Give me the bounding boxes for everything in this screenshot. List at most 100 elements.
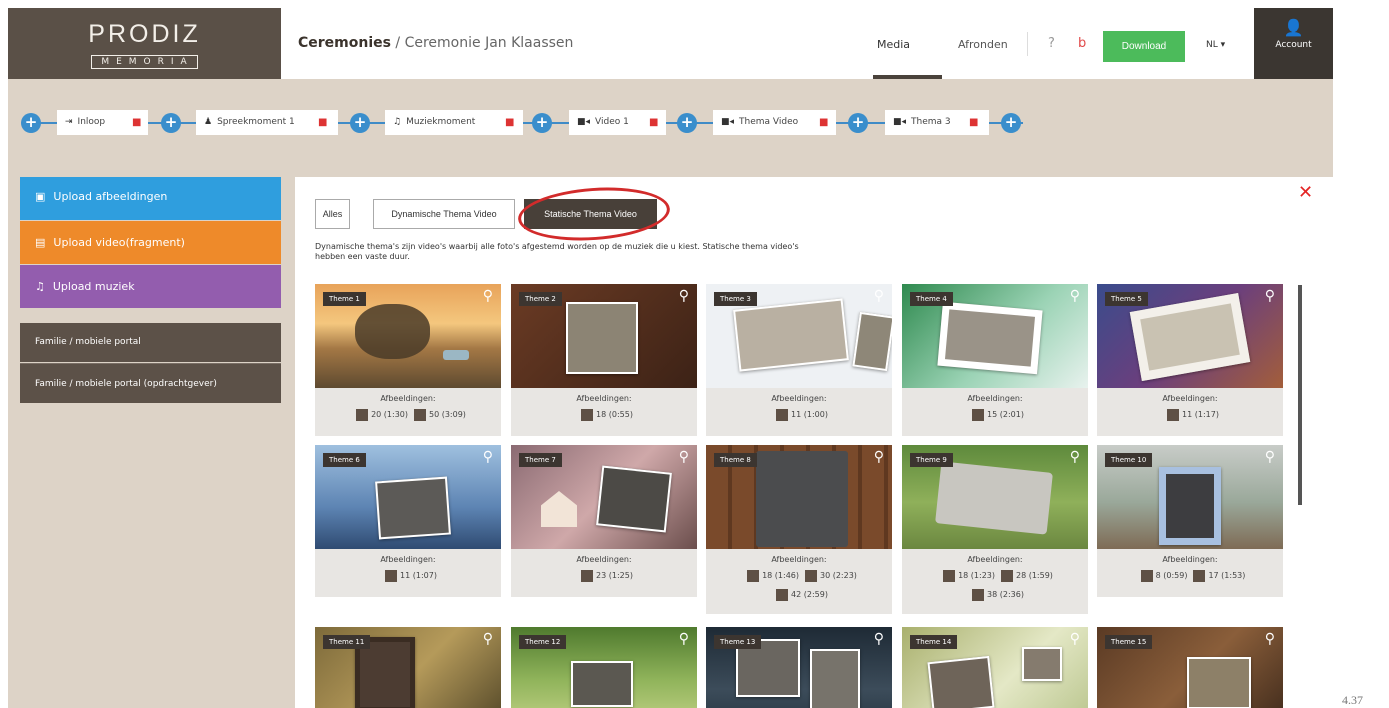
- option-text[interactable]: 38 (2:36): [987, 590, 1024, 599]
- theme-thumbnail[interactable]: Theme 7 ⚲: [511, 445, 697, 549]
- theme-thumbnail[interactable]: Theme 15 ⚲: [1097, 627, 1283, 708]
- filter-dynamic-button[interactable]: Dynamische Thema Video: [373, 199, 515, 229]
- option-swatch[interactable]: [1167, 408, 1180, 421]
- option-swatch[interactable]: [805, 569, 817, 582]
- option-swatch[interactable]: [385, 569, 398, 582]
- option-swatch[interactable]: [943, 569, 956, 582]
- search-icon[interactable]: ⚲: [874, 631, 884, 647]
- attachment-icon[interactable]: b: [1078, 36, 1086, 51]
- search-icon[interactable]: ⚲: [874, 449, 884, 465]
- theme-thumbnail[interactable]: Theme 11 ⚲: [315, 627, 501, 708]
- theme-card[interactable]: Theme 15 ⚲: [1097, 627, 1283, 708]
- timeline-item-thema-video[interactable]: ■◂ Thema Video ■: [713, 110, 836, 135]
- option-text[interactable]: 17 (1:53): [1208, 571, 1245, 580]
- option-text[interactable]: 11 (1:00): [791, 410, 828, 419]
- option-text[interactable]: 18 (1:23): [958, 571, 995, 580]
- option-text[interactable]: 11 (1:17): [1182, 410, 1219, 419]
- add-item-button[interactable]: +: [532, 113, 552, 133]
- add-item-button[interactable]: +: [161, 113, 181, 133]
- option-text[interactable]: 18 (0:55): [596, 410, 633, 419]
- theme-card[interactable]: Theme 2 ⚲ Afbeeldingen: 18 (0:55): [511, 284, 697, 436]
- search-icon[interactable]: ⚲: [1265, 449, 1275, 465]
- theme-card[interactable]: Theme 14 ⚲: [902, 627, 1088, 708]
- theme-card[interactable]: Theme 6 ⚲ Afbeeldingen: 11 (1:07): [315, 445, 501, 597]
- timeline-item-thema-3[interactable]: ■◂ Thema 3 ■: [885, 110, 989, 135]
- trash-icon[interactable]: ■: [969, 110, 978, 135]
- logo[interactable]: PRODIZ MEMORIA: [8, 8, 281, 79]
- option-swatch[interactable]: [581, 569, 594, 582]
- option-swatch[interactable]: [581, 408, 594, 421]
- theme-card[interactable]: Theme 8 ⚲ Afbeeldingen: 18 (1:46) 30 (2:23…: [706, 445, 892, 614]
- theme-thumbnail[interactable]: Theme 5 ⚲: [1097, 284, 1283, 388]
- theme-thumbnail[interactable]: Theme 13 ⚲: [706, 627, 892, 708]
- search-icon[interactable]: ⚲: [1265, 288, 1275, 304]
- timeline-item-inloop[interactable]: ⇥ Inloop ■: [57, 110, 148, 135]
- option-swatch[interactable]: [972, 408, 985, 421]
- option-text[interactable]: 11 (1:07): [400, 571, 437, 580]
- search-icon[interactable]: ⚲: [1070, 288, 1080, 304]
- search-icon[interactable]: ⚲: [679, 631, 689, 647]
- theme-thumbnail[interactable]: Theme 10 ⚲: [1097, 445, 1283, 549]
- theme-thumbnail[interactable]: Theme 14 ⚲: [902, 627, 1088, 708]
- theme-thumbnail[interactable]: Theme 6 ⚲: [315, 445, 501, 549]
- option-swatch[interactable]: [776, 408, 789, 421]
- trash-icon[interactable]: ■: [132, 110, 141, 135]
- upload-music-button[interactable]: ♫ Upload muziek: [20, 265, 281, 308]
- theme-thumbnail[interactable]: Theme 8 ⚲: [706, 445, 892, 549]
- option-swatch[interactable]: [1001, 569, 1013, 582]
- option-swatch[interactable]: [776, 588, 789, 601]
- theme-thumbnail[interactable]: Theme 2 ⚲: [511, 284, 697, 388]
- upload-video-button[interactable]: ▤ Upload video(fragment): [20, 221, 281, 264]
- close-icon[interactable]: ✕: [1298, 182, 1313, 203]
- option-text[interactable]: 23 (1:25): [596, 571, 633, 580]
- theme-thumbnail[interactable]: Theme 12 ⚲: [511, 627, 697, 708]
- search-icon[interactable]: ⚲: [1265, 631, 1275, 647]
- option-swatch[interactable]: [1193, 569, 1206, 582]
- option-text[interactable]: 28 (1:59): [1016, 571, 1053, 580]
- option-text[interactable]: 18 (1:46): [762, 571, 799, 580]
- theme-card[interactable]: Theme 4 ⚲ Afbeeldingen: 15 (2:01): [902, 284, 1088, 436]
- filter-all-button[interactable]: Alles: [315, 199, 350, 229]
- option-swatch[interactable]: [747, 569, 760, 582]
- search-icon[interactable]: ⚲: [483, 631, 493, 647]
- filter-static-button[interactable]: Statische Thema Video: [524, 199, 657, 229]
- help-icon[interactable]: ?: [1048, 36, 1055, 51]
- search-icon[interactable]: ⚲: [483, 288, 493, 304]
- upload-images-button[interactable]: ▣ Upload afbeeldingen: [20, 177, 281, 220]
- family-portal-client-button[interactable]: Familie / mobiele portal (opdrachtgever): [20, 363, 281, 403]
- add-item-button[interactable]: +: [1001, 113, 1021, 133]
- add-item-button[interactable]: +: [350, 113, 370, 133]
- nav-media[interactable]: Media: [877, 38, 910, 51]
- timeline-item-spreekmoment[interactable]: ♟ Spreekmoment 1 ■: [196, 110, 338, 135]
- theme-card[interactable]: Theme 13 ⚲: [706, 627, 892, 708]
- theme-card[interactable]: Theme 5 ⚲ Afbeeldingen: 11 (1:17): [1097, 284, 1283, 436]
- theme-thumbnail[interactable]: Theme 3 ⚲: [706, 284, 892, 388]
- theme-card[interactable]: Theme 3 ⚲ Afbeeldingen: 11 (1:00): [706, 284, 892, 436]
- trash-icon[interactable]: ■: [505, 110, 514, 135]
- search-icon[interactable]: ⚲: [1070, 631, 1080, 647]
- timeline-item-video-1[interactable]: ■◂ Video 1 ■: [569, 110, 666, 135]
- theme-thumbnail[interactable]: Theme 4 ⚲: [902, 284, 1088, 388]
- theme-card[interactable]: Theme 12 ⚲: [511, 627, 697, 708]
- trash-icon[interactable]: ■: [318, 110, 327, 135]
- theme-thumbnail[interactable]: Theme 1 ⚲: [315, 284, 501, 388]
- language-select[interactable]: NL ▾: [1206, 40, 1225, 50]
- search-icon[interactable]: ⚲: [483, 449, 493, 465]
- theme-thumbnail[interactable]: Theme 9 ⚲: [902, 445, 1088, 549]
- family-portal-button[interactable]: Familie / mobiele portal: [20, 323, 281, 362]
- theme-card[interactable]: Theme 10 ⚲ Afbeeldingen: 8 (0:59) 17 (1:53…: [1097, 445, 1283, 597]
- option-text[interactable]: 42 (2:59): [791, 590, 828, 599]
- theme-card[interactable]: Theme 7 ⚲ Afbeeldingen: 23 (1:25): [511, 445, 697, 597]
- search-icon[interactable]: ⚲: [679, 449, 689, 465]
- download-button[interactable]: Download: [1103, 31, 1185, 62]
- nav-afronden[interactable]: Afronden: [958, 38, 1008, 51]
- scrollbar[interactable]: [1298, 285, 1302, 505]
- theme-card[interactable]: Theme 1 ⚲ Afbeeldingen: 20 (1:30) 50 (3:09…: [315, 284, 501, 436]
- add-item-button[interactable]: +: [21, 113, 41, 133]
- option-text[interactable]: 30 (2:23): [820, 571, 857, 580]
- option-swatch[interactable]: [414, 408, 426, 421]
- option-text[interactable]: 15 (2:01): [987, 410, 1024, 419]
- option-text[interactable]: 20 (1:30): [371, 410, 408, 419]
- theme-card[interactable]: Theme 9 ⚲ Afbeeldingen: 18 (1:23) 28 (1:59…: [902, 445, 1088, 614]
- option-swatch[interactable]: [356, 408, 369, 421]
